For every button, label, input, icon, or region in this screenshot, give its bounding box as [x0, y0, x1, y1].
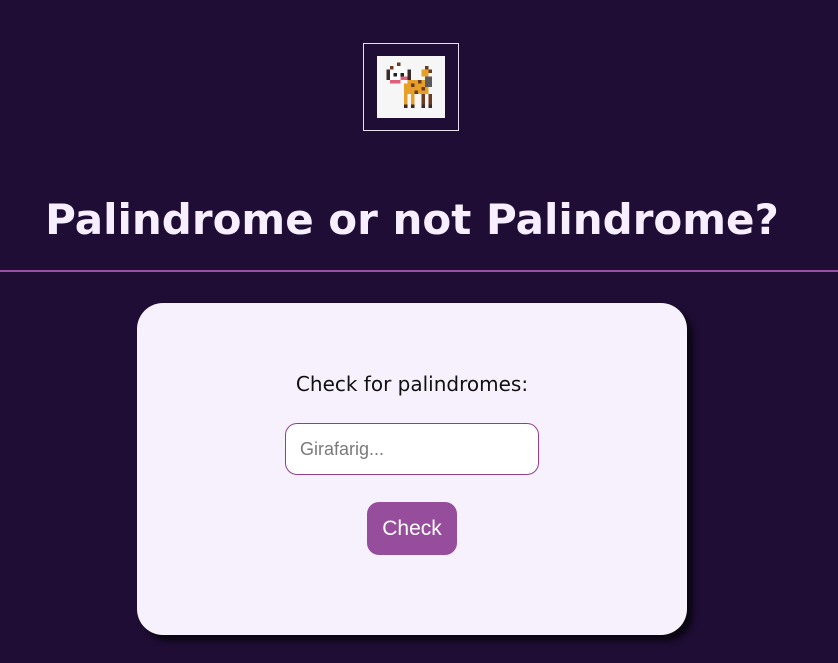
palindrome-form-card: Check for palindromes: Check [137, 303, 687, 635]
page-title: Palindrome or not Palindrome? [45, 195, 779, 244]
palindrome-input[interactable] [285, 423, 539, 475]
header-divider [0, 270, 838, 272]
input-label: Check for palindromes: [295, 372, 529, 396]
girafarig-sprite-icon [377, 56, 445, 118]
logo-frame [363, 43, 459, 131]
check-button[interactable]: Check [367, 502, 457, 555]
